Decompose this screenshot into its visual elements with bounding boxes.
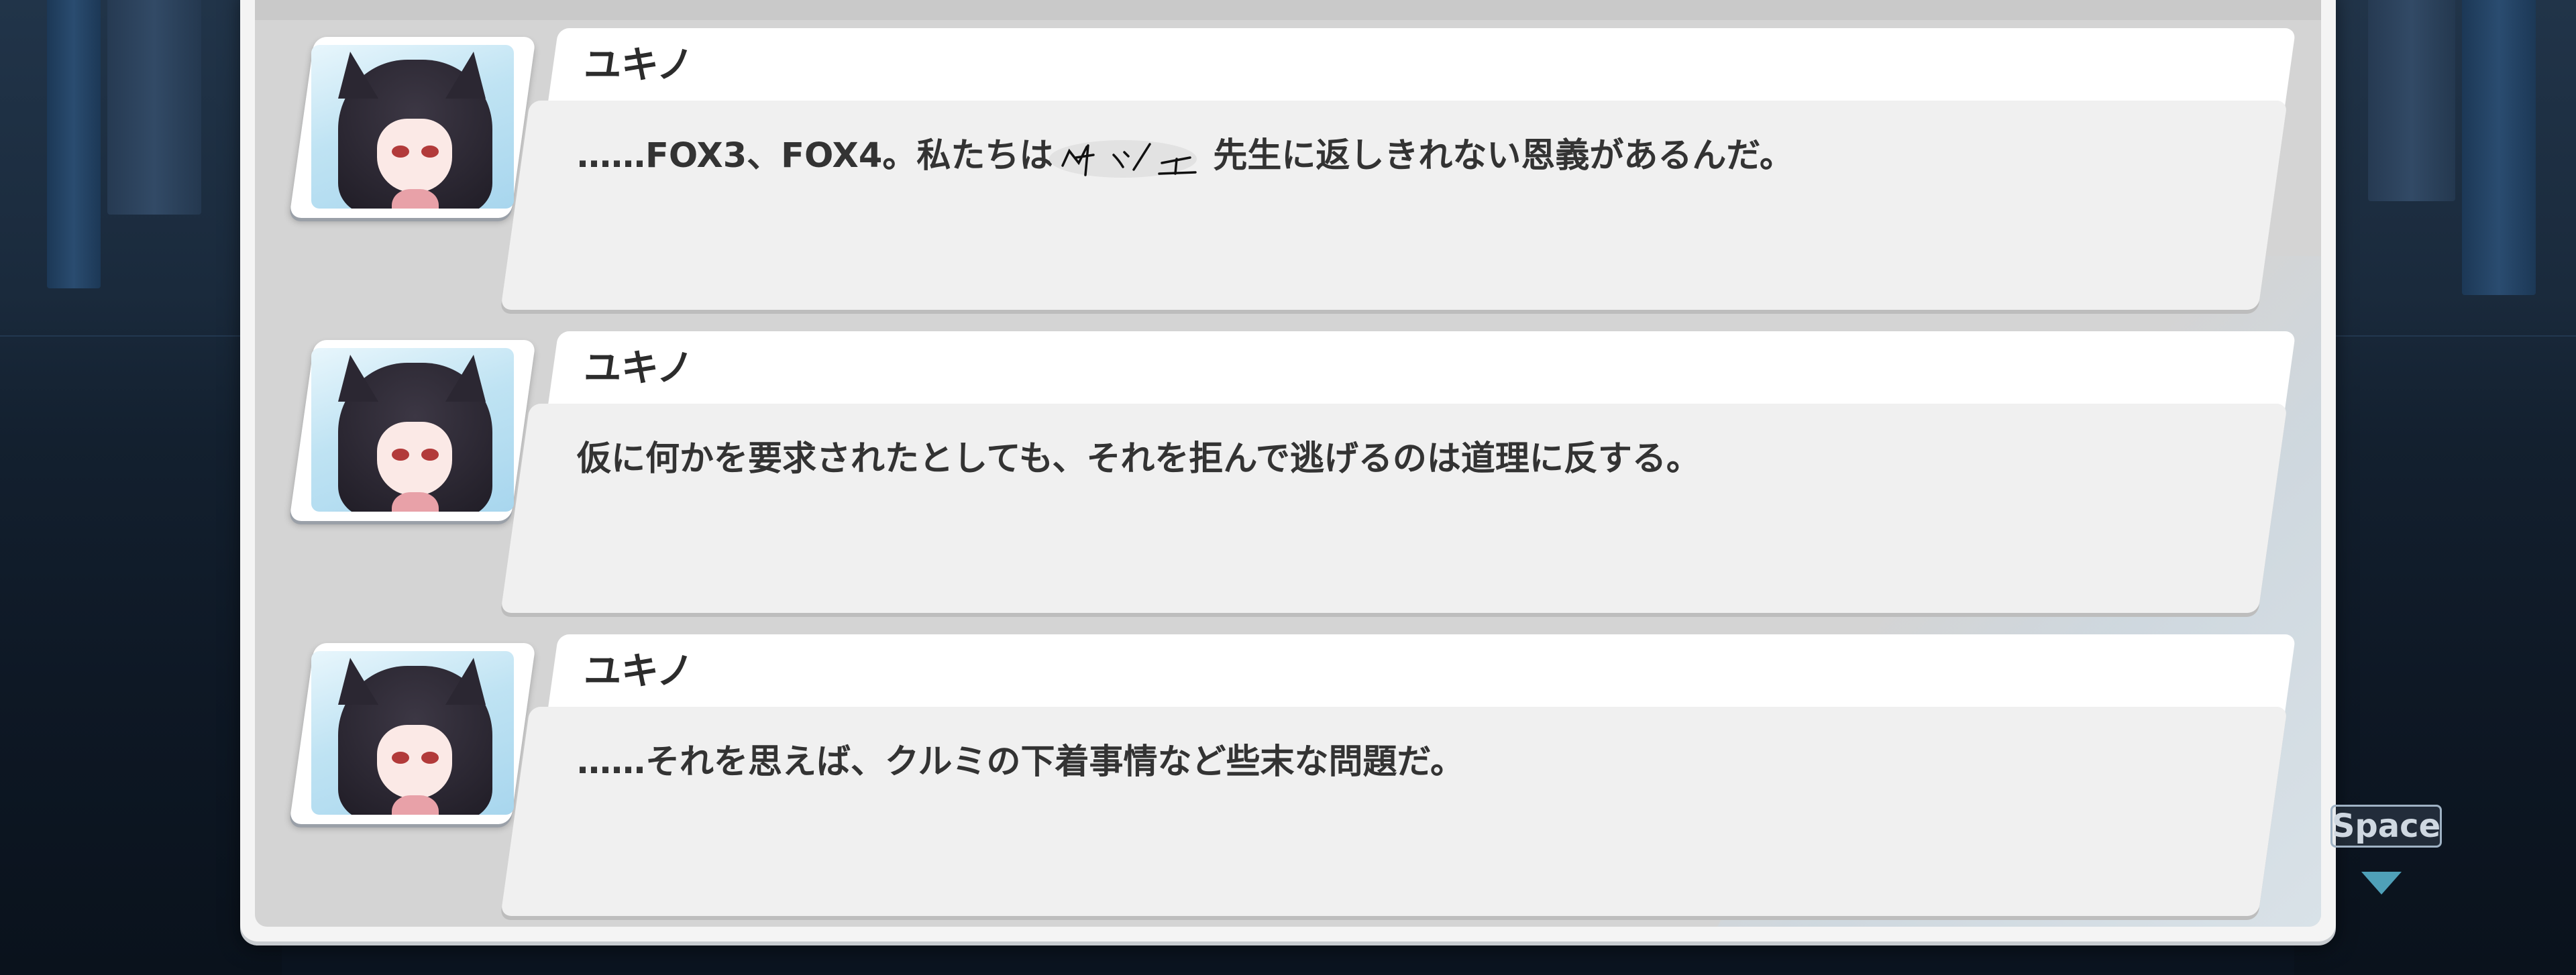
background-pillar [2368, 0, 2455, 201]
speaker-name-bar [547, 634, 2296, 715]
log-entry[interactable]: ユキノ 仮に何かを要求されたとしても、それを拒んで逃げるのは道理に反する。 [255, 323, 2321, 613]
log-entry[interactable]: ユキノ ……それを思えば、クルミの下着事情など些末な問題だ。 [255, 626, 2321, 916]
speaker-avatar [289, 37, 536, 218]
bubble-pointer [531, 117, 551, 152]
triangle-down-icon[interactable] [2361, 872, 2402, 895]
avatar-portrait [311, 651, 514, 815]
speaker-name-bar [547, 331, 2296, 412]
message-text: ……FOX3、FOX4。私たちは 先生に返しきれない恩義があるんだ。 [577, 127, 1794, 178]
space-key-button[interactable]: Space [2330, 805, 2442, 848]
message-text: ……それを思えば、クルミの下着事情など些末な問題だ。 [577, 742, 1464, 782]
dialogue-log-list[interactable]: ユキノ ……FOX3、FOX4。私たちは 先生に返しきれない恩義があるんだ。 ユキ… [255, 0, 2321, 927]
avatar-portrait [311, 348, 514, 512]
speaker-name: ユキノ [584, 347, 694, 390]
avatar-portrait [311, 45, 514, 209]
speaker-name: ユキノ [584, 650, 694, 693]
message-text: 仮に何かを要求されたとしても、それを拒んで逃げるのは道理に反する。 [577, 439, 1701, 479]
handwritten-signature [1049, 137, 1217, 178]
background-pillar [47, 0, 101, 288]
dialogue-log-panel[interactable]: ユキノ ……FOX3、FOX4。私たちは 先生に返しきれない恩義があるんだ。 ユキ… [240, 0, 2336, 941]
background-pillar [2462, 0, 2536, 295]
message-text-before: ……FOX3、FOX4。私たちは [577, 136, 1054, 176]
speaker-name-bar [547, 28, 2296, 109]
background-left [0, 0, 282, 975]
background-floor [2294, 335, 2576, 337]
message-text-after: 先生に返しきれない恩義があるんだ。 [1213, 136, 1794, 176]
background-pillar [107, 0, 201, 215]
log-entry[interactable]: ユキノ ……FOX3、FOX4。私たちは 先生に返しきれない恩義があるんだ。 [255, 20, 2321, 310]
bubble-pointer [531, 724, 551, 758]
background-floor [0, 335, 282, 337]
speaker-avatar [289, 340, 536, 521]
speaker-avatar [289, 643, 536, 824]
bubble-pointer [531, 420, 551, 455]
log-previous-entry-edge [255, 0, 2321, 20]
speaker-name: ユキノ [584, 44, 694, 87]
